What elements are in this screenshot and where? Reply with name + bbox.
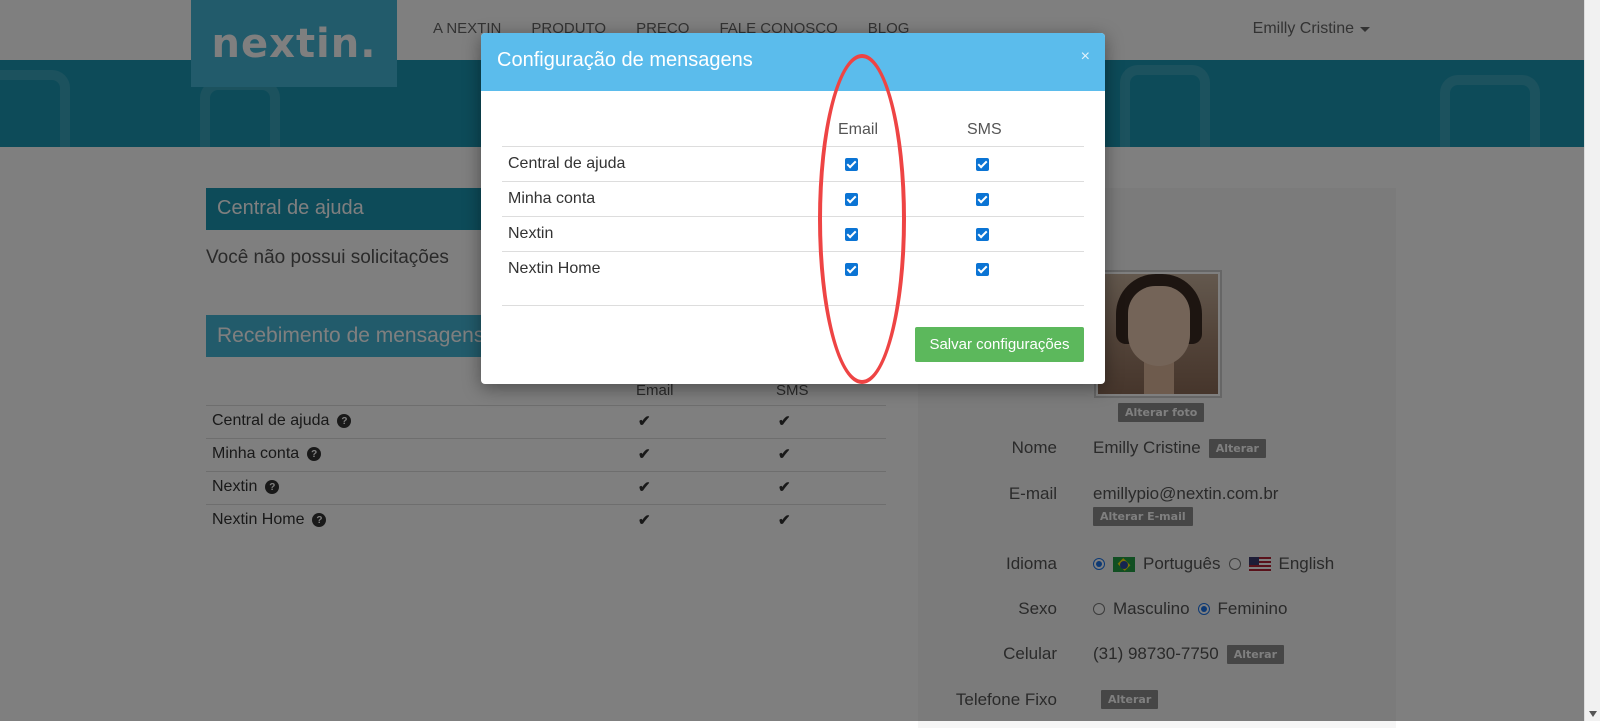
table-row: Minha conta — [502, 181, 1084, 216]
row-label: Central de ajuda — [508, 155, 626, 172]
page-scrollbar[interactable] — [1584, 0, 1600, 721]
scroll-down-arrow-icon[interactable] — [1589, 711, 1597, 717]
modal-column-sms: SMS — [967, 121, 1002, 138]
message-settings-modal: Configuração de mensagens × Email SMS Ce… — [481, 33, 1105, 384]
close-icon[interactable]: × — [1081, 48, 1090, 66]
modal-column-email: Email — [838, 121, 879, 138]
sms-checkbox[interactable] — [976, 158, 989, 171]
row-label: Minha conta — [508, 190, 596, 207]
email-checkbox[interactable] — [845, 158, 858, 171]
row-label: Nextin Home — [508, 260, 601, 277]
table-row: Central de ajuda — [502, 146, 1084, 181]
row-label: Nextin — [508, 225, 554, 242]
modal-title: Configuração de mensagens — [497, 49, 753, 71]
modal-header: Configuração de mensagens × — [481, 33, 1105, 91]
email-checkbox[interactable] — [845, 228, 858, 241]
sms-checkbox[interactable] — [976, 193, 989, 206]
modal-table-header: Email SMS — [502, 112, 1084, 146]
email-checkbox[interactable] — [845, 193, 858, 206]
sms-checkbox[interactable] — [976, 263, 989, 276]
sms-checkbox[interactable] — [976, 228, 989, 241]
table-row: Nextin — [502, 216, 1084, 251]
modal-settings-table: Email SMS Central de ajuda Minha conta N… — [502, 112, 1084, 286]
email-checkbox[interactable] — [845, 263, 858, 276]
table-row: Nextin Home — [502, 251, 1084, 286]
save-settings-button[interactable]: Salvar configurações — [915, 327, 1084, 362]
divider — [502, 305, 1084, 306]
